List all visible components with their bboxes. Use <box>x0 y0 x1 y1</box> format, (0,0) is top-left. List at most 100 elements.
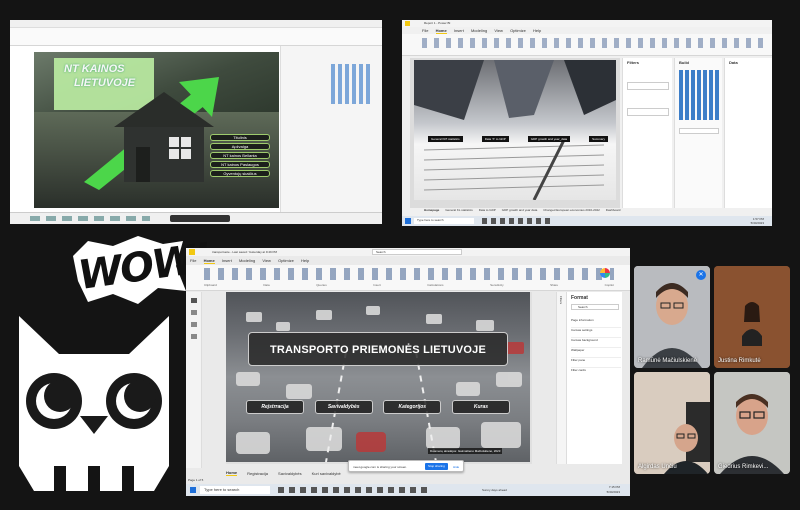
slide-button-registracija[interactable]: Rejstrracija <box>246 400 304 414</box>
window-3-search[interactable]: Search <box>372 249 462 255</box>
data-label-2: Data <box>729 60 738 65</box>
ribbon-group-queries: Queries <box>316 283 327 287</box>
participant-name-2: Justina Rimkutė <box>718 358 761 364</box>
window-1-share-indicator <box>170 215 230 222</box>
format-item-filter-cards[interactable]: Filter cards <box>571 368 621 378</box>
model-view-icon[interactable] <box>191 322 197 327</box>
report-canvas-2: General KPI statistics Data 'X' to GDP G… <box>410 58 620 208</box>
page-tab-home[interactable]: Home <box>226 470 238 476</box>
weather-text: Sunny days ahead <box>482 488 507 492</box>
copilot-icon[interactable] <box>600 268 610 278</box>
menu-optimize[interactable]: Optimize <box>510 28 526 33</box>
page-tab-1[interactable]: General KL statistics <box>445 208 472 214</box>
slide-2-button-0[interactable]: General KPI statistics <box>428 136 463 142</box>
dax-view-icon[interactable] <box>191 334 197 339</box>
menu-help[interactable]: Help <box>533 28 541 33</box>
taskbar-apps-3 <box>278 487 428 493</box>
format-search-input[interactable]: Search <box>571 304 619 310</box>
add-data-field[interactable] <box>679 128 719 134</box>
ribbon-group-clipboard: Clipboard <box>204 283 217 287</box>
page-tab-savivaldybes[interactable]: Savivaldybės <box>278 471 302 476</box>
window-2-titlebar: Report 1 - Power BI <box>402 20 772 27</box>
menu-insert[interactable]: Insert <box>222 258 232 263</box>
ribbon-group-share: Share <box>550 283 559 287</box>
window-1-ribbon <box>10 28 382 46</box>
person-icon <box>634 372 710 474</box>
menu-optimize[interactable]: Optimize <box>278 258 294 263</box>
page-tab-4[interactable]: Changed European economies 2016-2022 <box>543 208 600 214</box>
menu-file[interactable]: File <box>422 28 428 33</box>
hide-share-button[interactable]: Hide <box>453 465 459 469</box>
participant-name-4: Giedrius Rimkevi... <box>718 464 769 470</box>
menu-item-1[interactable]: Apžvalga <box>210 143 270 150</box>
format-item-canvas-settings[interactable]: Canvas settings <box>571 328 621 338</box>
filter-card <box>627 82 669 90</box>
menu-modeling[interactable]: Modeling <box>471 28 487 33</box>
wow-sticker: WOW! <box>68 235 213 306</box>
report-slide-2: General KPI statistics Data 'X' to GDP G… <box>414 60 616 200</box>
page-tab-kuri-savivaldybe[interactable]: Kuri savivaldybė <box>312 471 341 476</box>
filters-panel-2: Filters <box>622 58 672 208</box>
menu-item-2[interactable]: NT kainos Bellanta <box>210 152 270 159</box>
menu-item-3[interactable]: NT kainos Paslaugos <box>210 161 270 168</box>
participant-tile-4[interactable]: Giedrius Rimkevi... <box>714 372 790 474</box>
page-tab-3[interactable]: GDP growth and year data <box>502 208 537 214</box>
page-tab-0[interactable]: Homepage <box>424 208 439 214</box>
report-view-icon[interactable] <box>191 298 197 303</box>
window-3-titlebar: transportuote - Last saved: Yesterday at… <box>186 248 630 256</box>
page-tab-2[interactable]: Data to GDP <box>479 208 496 214</box>
ribbon-group-calculations: Calculations <box>427 283 444 287</box>
slide-2-button-1[interactable]: Data 'X' to GDP <box>481 136 509 142</box>
traffic-cars-image <box>236 306 524 462</box>
slide-2-buttons: General KPI statistics Data 'X' to GDP G… <box>428 136 608 142</box>
taskbar-search-3[interactable]: Type here to search <box>200 486 270 494</box>
menu-insert[interactable]: Insert <box>454 28 464 33</box>
slide-canvas-1: NT KAINOS LIETUVOJE Titulinis Apžvalga N… <box>34 52 279 208</box>
ribbon-group-copilot: Copilot <box>604 283 614 287</box>
menu-item-0[interactable]: Titulinis <box>210 134 270 141</box>
taskbar-search-2[interactable]: Type here to search <box>414 218 474 224</box>
menu-view[interactable]: View <box>262 258 271 263</box>
filters-collapsed-pane[interactable]: Filters <box>556 292 566 464</box>
menu-item-4[interactable]: Gyventojų skaičius <box>210 170 270 177</box>
build-label-2: Build <box>679 60 689 65</box>
window-3-menu: File Home Insert Modeling View Optimize … <box>190 258 315 264</box>
start-icon[interactable] <box>190 487 196 493</box>
start-icon[interactable] <box>405 218 411 224</box>
slide-button-kuras[interactable]: Kuras <box>451 400 510 414</box>
menu-home[interactable]: Home <box>203 258 215 264</box>
window-2-taskbar: Type here to search 1:57 PM 5/30/2023 <box>402 216 772 226</box>
slide-button-savivaldybes[interactable]: Savivaldybės <box>314 400 373 414</box>
participant-tile-1[interactable]: ✕ Ramūnė Mačiulskienė <box>634 266 710 368</box>
table-view-icon[interactable] <box>191 310 197 315</box>
page-tabs-2: Homepage General KL statistics Data to G… <box>424 208 764 214</box>
owl-icon <box>19 316 169 491</box>
slide-button-kategorijos[interactable]: Kategorijos <box>383 400 442 414</box>
window-1-taskbar <box>10 212 382 224</box>
person-icon <box>634 266 710 368</box>
visualizations-grid <box>679 70 719 120</box>
format-item-filter-pane[interactable]: Filter pane <box>571 358 621 368</box>
menu-modeling[interactable]: Modeling <box>239 258 255 263</box>
menu-view[interactable]: View <box>494 28 503 33</box>
slide-2-button-2[interactable]: GDP growth and year_data <box>527 136 571 142</box>
participant-tile-2[interactable]: Justina Rimkutė <box>714 266 790 368</box>
buildings-finance-image <box>414 60 616 200</box>
menu-help[interactable]: Help <box>301 258 309 263</box>
format-item-wallpaper[interactable]: Wallpaper <box>571 348 621 358</box>
window-3-taskbar: Type here to search Sunny days ahead 7:1… <box>186 484 630 496</box>
ribbon-group-sensitivity: Sensitivity <box>490 283 504 287</box>
format-item-page-info[interactable]: Page information <box>571 318 621 328</box>
stop-sharing-button[interactable]: Stop sharing <box>425 463 448 470</box>
panel-grid <box>331 64 371 104</box>
format-item-canvas-background[interactable]: Canvas background <box>571 338 621 348</box>
window-2-menu: File Home Insert Modeling View Optimize … <box>422 28 547 34</box>
slide-3-credit: Duomenų atradėjos: Gaimaitienė Mačiulski… <box>428 448 503 454</box>
page-tab-registracija[interactable]: Registracija <box>247 471 268 476</box>
menu-file[interactable]: File <box>190 258 196 263</box>
pbi-logo-icon <box>189 249 195 255</box>
slide-2-button-3[interactable]: Summary <box>589 136 608 142</box>
person-icon <box>714 372 790 474</box>
participant-tile-3[interactable]: Algirdas Unčiu <box>634 372 710 474</box>
page-tab-5[interactable]: Dashboard <box>606 208 621 214</box>
